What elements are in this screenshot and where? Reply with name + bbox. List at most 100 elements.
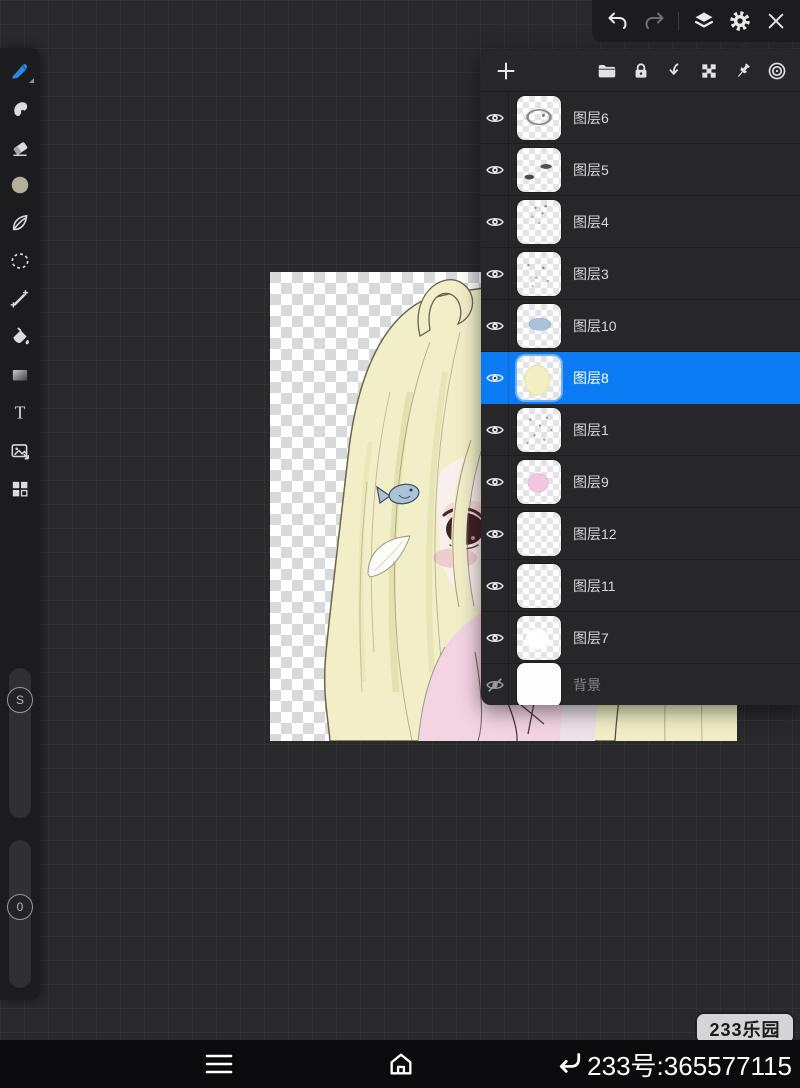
- tool-eraser[interactable]: [0, 128, 40, 166]
- eye-icon: [485, 472, 505, 492]
- layer-visibility-toggle[interactable]: [481, 612, 509, 663]
- layer-name: 图层11: [573, 576, 616, 596]
- alpha-pattern-icon[interactable]: [698, 60, 720, 82]
- merge-down-icon[interactable]: [664, 60, 686, 82]
- eye-icon: [485, 212, 505, 232]
- layer-visibility-toggle[interactable]: [481, 248, 509, 299]
- opacity-handle[interactable]: 0: [7, 894, 33, 920]
- eye-icon: [485, 160, 505, 180]
- redo-icon[interactable]: [642, 9, 666, 33]
- tool-gradient[interactable]: [0, 356, 40, 394]
- layer-name: 图层10: [573, 316, 617, 336]
- nav-back-icon[interactable]: [555, 1047, 585, 1082]
- eye-icon: [485, 316, 505, 336]
- left-toolbar: T S 0: [0, 48, 40, 1000]
- add-layer-icon[interactable]: [491, 56, 521, 86]
- layer-thumbnail[interactable]: [517, 200, 561, 244]
- layer-row[interactable]: 图层1: [481, 404, 800, 456]
- layer-name: 图层9: [573, 472, 609, 492]
- layer-thumbnail[interactable]: [517, 408, 561, 452]
- layer-visibility-toggle[interactable]: [481, 404, 509, 455]
- layer-thumbnail[interactable]: [517, 148, 561, 192]
- layer-visibility-toggle[interactable]: [481, 300, 509, 351]
- tool-smudge[interactable]: [0, 90, 40, 128]
- tool-image-import[interactable]: [0, 432, 40, 470]
- layer-visibility-toggle[interactable]: [481, 352, 509, 403]
- layer-visibility-toggle[interactable]: [481, 508, 509, 559]
- undo-icon[interactable]: [606, 9, 630, 33]
- layer-visibility-toggle[interactable]: [481, 664, 509, 705]
- paint-app-root: T S 0: [0, 0, 800, 1088]
- tool-fill-bucket[interactable]: [0, 318, 40, 356]
- layer-row[interactable]: 图层6: [481, 92, 800, 144]
- layer-row[interactable]: 图层4: [481, 196, 800, 248]
- group-folder-icon[interactable]: [596, 60, 618, 82]
- top-toolbar: [592, 0, 800, 42]
- eye-icon: [485, 628, 505, 648]
- eye-icon: [485, 108, 505, 128]
- android-nav-bar: 233号:365577115: [0, 1040, 800, 1088]
- toolbar-separator: [678, 12, 679, 30]
- layer-thumbnail[interactable]: [517, 616, 561, 660]
- tool-color-swatch[interactable]: [0, 166, 40, 204]
- layer-row[interactable]: 图层3: [481, 248, 800, 300]
- layer-name: 图层12: [573, 524, 617, 544]
- layers-icon[interactable]: [692, 9, 716, 33]
- layers-panel: 图层6 图层5: [481, 50, 800, 705]
- lock-layer-icon[interactable]: [630, 60, 652, 82]
- layer-thumbnail[interactable]: [517, 564, 561, 608]
- close-icon[interactable]: [764, 9, 788, 33]
- layer-name: 图层4: [573, 212, 609, 232]
- watermark-badge: 233乐园: [697, 1014, 793, 1043]
- pin-layer-icon[interactable]: [732, 60, 754, 82]
- tool-leaf-brush[interactable]: [0, 204, 40, 242]
- eye-icon: [485, 420, 505, 440]
- layer-thumbnail[interactable]: [517, 356, 561, 400]
- tool-layout-grid[interactable]: [0, 470, 40, 508]
- eye-icon: [485, 264, 505, 284]
- layer-row[interactable]: 图层7: [481, 612, 800, 664]
- layer-name: 图层5: [573, 160, 609, 180]
- layer-visibility-toggle[interactable]: [481, 456, 509, 507]
- layer-row[interactable]: 图层9: [481, 456, 800, 508]
- nav-home-icon[interactable]: [387, 1050, 415, 1083]
- tool-pen[interactable]: [0, 52, 40, 90]
- layer-row[interactable]: 图层10: [481, 300, 800, 352]
- reference-target-icon[interactable]: [766, 60, 788, 82]
- layer-list: 图层6 图层5: [481, 92, 800, 705]
- eye-off-icon: [485, 675, 505, 695]
- eye-icon: [485, 524, 505, 544]
- layer-visibility-toggle[interactable]: [481, 196, 509, 247]
- layer-row[interactable]: 图层5: [481, 144, 800, 196]
- layer-thumbnail[interactable]: [517, 304, 561, 348]
- tool-list: T: [0, 52, 40, 508]
- layer-row[interactable]: 图层12: [481, 508, 800, 560]
- layer-name: 图层6: [573, 108, 609, 128]
- layer-name: 背景: [573, 675, 601, 695]
- layer-thumbnail[interactable]: [517, 512, 561, 556]
- layer-name: 图层3: [573, 264, 609, 284]
- layer-visibility-toggle[interactable]: [481, 92, 509, 143]
- layer-name: 图层8: [573, 368, 609, 388]
- layers-panel-header: [481, 50, 800, 92]
- layer-thumbnail[interactable]: [517, 252, 561, 296]
- tool-text[interactable]: T: [0, 394, 40, 432]
- layer-visibility-toggle[interactable]: [481, 144, 509, 195]
- tool-magic-wand[interactable]: [0, 280, 40, 318]
- layer-row[interactable]: 图层11: [481, 560, 800, 612]
- svg-text:T: T: [15, 403, 26, 423]
- brush-size-handle[interactable]: S: [7, 687, 33, 713]
- tool-flyout-indicator: [29, 78, 34, 83]
- layer-row[interactable]: 背景: [481, 664, 800, 705]
- eye-icon: [485, 576, 505, 596]
- layer-name: 图层1: [573, 420, 609, 440]
- layer-thumbnail[interactable]: [517, 460, 561, 504]
- layer-visibility-toggle[interactable]: [481, 560, 509, 611]
- layer-thumbnail[interactable]: [517, 663, 561, 706]
- nav-menu-icon[interactable]: [205, 1051, 233, 1082]
- layer-thumbnail[interactable]: [517, 96, 561, 140]
- tool-lasso-select[interactable]: [0, 242, 40, 280]
- layer-row[interactable]: 图层8: [481, 352, 800, 404]
- settings-gear-icon[interactable]: [728, 9, 752, 33]
- layer-name: 图层7: [573, 628, 609, 648]
